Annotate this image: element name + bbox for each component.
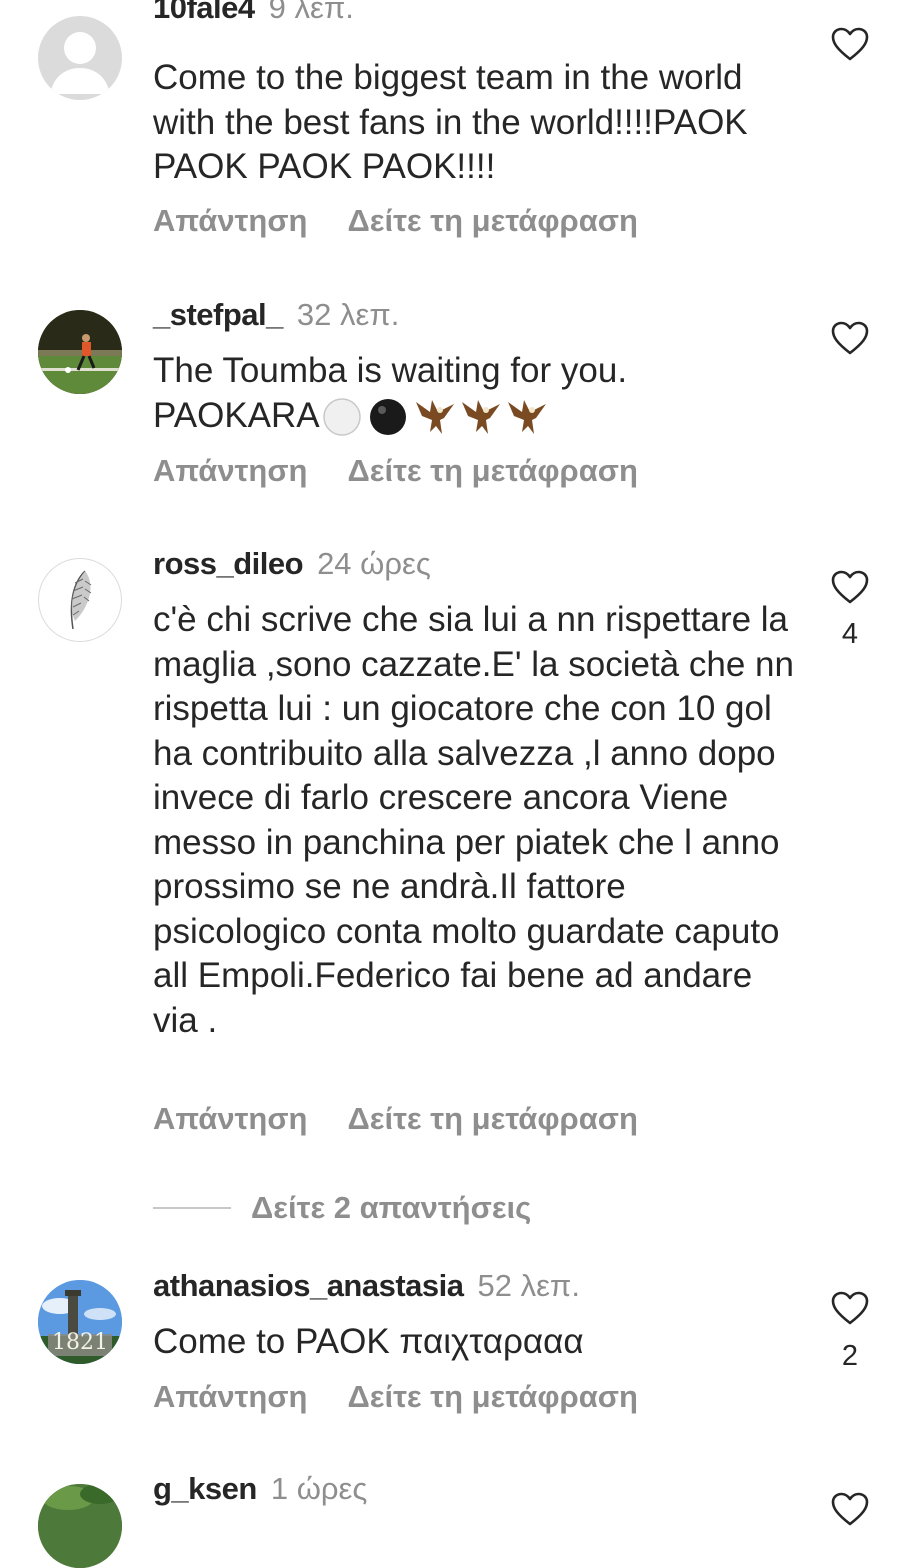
comment-time: 32 λεπ. bbox=[296, 297, 400, 332]
avatar-caption: 1821 bbox=[52, 1330, 108, 1355]
comment-username[interactable]: athanasios_anastasia bbox=[153, 1268, 464, 1303]
reply-button[interactable]: Απάντηση bbox=[153, 453, 307, 489]
comment-username[interactable]: g_ksen bbox=[153, 1471, 257, 1506]
white-circle-icon bbox=[322, 398, 361, 436]
like-heart-icon[interactable] bbox=[831, 321, 869, 355]
like-heart-icon[interactable] bbox=[831, 1492, 869, 1526]
like-heart-icon[interactable] bbox=[831, 1291, 869, 1325]
see-translation-button[interactable]: Δείτε τη μετάφραση bbox=[347, 203, 637, 239]
like-heart-icon[interactable] bbox=[831, 27, 869, 61]
reply-button[interactable]: Απάντηση bbox=[153, 1379, 307, 1415]
default-avatar[interactable] bbox=[38, 16, 122, 100]
reply-button[interactable]: Απάντηση bbox=[153, 1101, 307, 1137]
comment-time: 9 λεπ. bbox=[268, 0, 354, 25]
eagle-icon bbox=[415, 400, 454, 435]
comment-time: 1 ώρες bbox=[270, 1471, 368, 1506]
user-avatar[interactable] bbox=[38, 558, 122, 642]
comment-text: The Toumba is waiting for you. PAOKARA bbox=[153, 349, 803, 440]
see-translation-button[interactable]: Δείτε τη μετάφραση bbox=[347, 1379, 637, 1415]
see-translation-button[interactable]: Δείτε τη μετάφραση bbox=[347, 453, 637, 489]
eagle-icon bbox=[461, 400, 500, 435]
comment-username[interactable]: 10fale4 bbox=[153, 0, 255, 25]
user-avatar[interactable] bbox=[38, 310, 122, 394]
comment-text: Come to the biggest team in the world wi… bbox=[153, 58, 748, 186]
user-avatar[interactable]: 1821 bbox=[38, 1280, 122, 1364]
view-replies-button[interactable]: Δείτε 2 απαντήσεις bbox=[153, 1190, 531, 1226]
reply-button[interactable]: Απάντηση bbox=[153, 203, 307, 239]
like-count: 2 bbox=[841, 1340, 859, 1372]
comment-time: 52 λεπ. bbox=[477, 1268, 580, 1303]
nature-photo bbox=[38, 1484, 122, 1568]
comment-text-line: The Toumba is waiting for you. bbox=[153, 351, 628, 390]
view-replies-label: Δείτε 2 απαντήσεις bbox=[251, 1190, 532, 1225]
user-avatar[interactable] bbox=[38, 1484, 122, 1568]
comment-text-word: PAOKARA bbox=[153, 395, 320, 435]
comment-text-line-with-emoji: PAOKARA bbox=[153, 394, 803, 441]
like-count: 4 bbox=[841, 618, 859, 650]
user-silhouette-icon bbox=[50, 32, 110, 94]
replies-divider bbox=[153, 1207, 231, 1209]
eagle-icon bbox=[507, 400, 546, 435]
comment-username[interactable]: _stefpal_ bbox=[153, 297, 283, 332]
black-circle-icon bbox=[369, 399, 406, 436]
football-player-photo bbox=[38, 310, 122, 394]
comment-username[interactable]: ross_dileo bbox=[153, 546, 304, 581]
feather-drawing-photo bbox=[70, 570, 92, 630]
comment-time: 24 ώρες bbox=[317, 546, 431, 581]
like-heart-icon[interactable] bbox=[831, 570, 869, 604]
comment-text: c'è chi scrive che sia lui a nn rispetta… bbox=[153, 600, 794, 1040]
comment-text: Come to PAOK παιχταρααα bbox=[153, 1322, 584, 1361]
see-translation-button[interactable]: Δείτε τη μετάφραση bbox=[347, 1101, 637, 1137]
